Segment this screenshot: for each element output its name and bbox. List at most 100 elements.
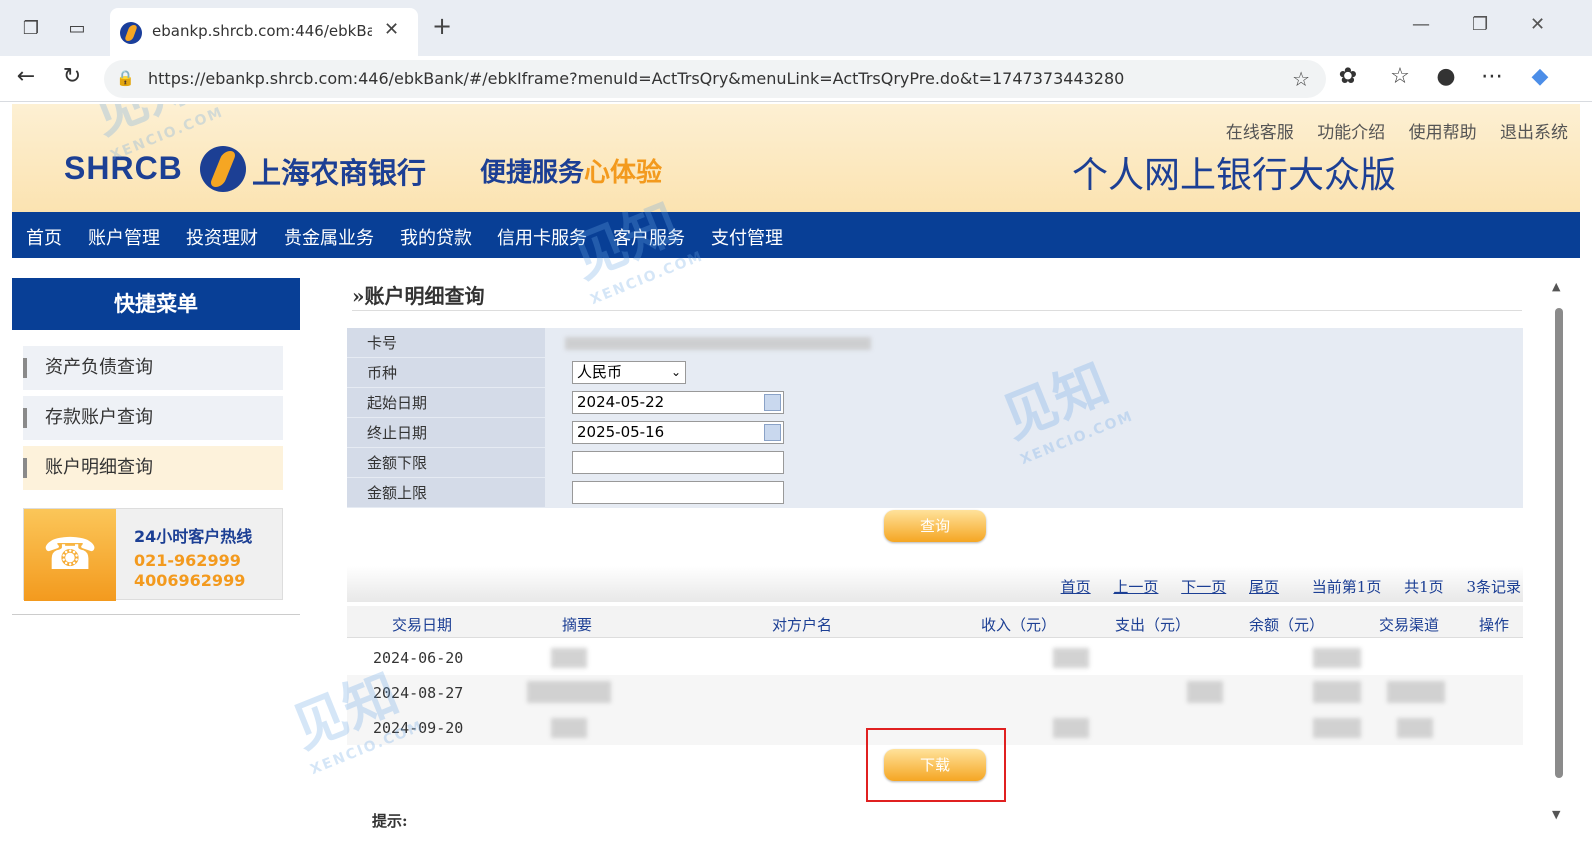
form-row-max-amount: 金额上限: [347, 478, 1523, 508]
balance-redacted: [1313, 681, 1361, 703]
scroll-down-arrow-icon[interactable]: ▼: [1552, 808, 1560, 821]
channel-redacted: [1397, 718, 1433, 738]
nav-payment[interactable]: 支付管理: [711, 224, 783, 250]
currency-select[interactable]: 人民币 ⌄: [572, 361, 686, 384]
row-date: 2024-06-20: [373, 649, 464, 667]
close-window-icon[interactable]: ✕: [1530, 14, 1545, 35]
browser-window: ❐ ▭ ebankp.shrcb.com:446/ebkBank/# ✕ + —…: [0, 0, 1592, 861]
profile-avatar-icon[interactable]: ●: [1432, 64, 1460, 89]
top-links: 在线客服 功能介绍 使用帮助 退出系统: [1208, 118, 1568, 143]
start-date-input[interactable]: 2024-05-22: [572, 391, 784, 414]
restore-icon[interactable]: ❐: [1472, 14, 1488, 35]
close-tab-icon[interactable]: ✕: [384, 19, 399, 40]
hotline-number-1: 021-962999: [134, 551, 241, 570]
tab-title: ebankp.shrcb.com:446/ebkBank/#: [152, 22, 372, 40]
shrcb-logo-icon: [200, 146, 246, 192]
nav-loans[interactable]: 我的贷款: [400, 224, 472, 250]
favorite-star-icon[interactable]: ☆: [1292, 67, 1310, 91]
new-tab-icon[interactable]: +: [432, 12, 452, 40]
browser-tab[interactable]: ebankp.shrcb.com:446/ebkBank/# ✕: [110, 8, 418, 56]
address-toolbar: ← ↻ 🔒 https://ebankp.shrcb.com:446/ebkBa…: [0, 56, 1592, 102]
scroll-thumb[interactable]: [1555, 308, 1563, 778]
min-amount-label: 金额下限: [347, 448, 545, 477]
refresh-icon[interactable]: ↻: [58, 64, 86, 89]
min-amount-input[interactable]: [572, 451, 784, 474]
hotline-title: 24小时客户热线: [134, 527, 253, 546]
query-button[interactable]: 查询: [884, 510, 986, 542]
lock-icon[interactable]: 🔒: [116, 69, 135, 87]
row-date: 2024-09-20: [373, 719, 464, 737]
nav-precious-metals[interactable]: 贵金属业务: [284, 224, 374, 250]
nav-customer-service[interactable]: 客户服务: [613, 224, 685, 250]
minimize-icon[interactable]: —: [1412, 14, 1430, 35]
nav-account-management[interactable]: 账户管理: [88, 224, 160, 250]
bank-page: SHRCB 上海农商银行 便捷服务心体验 个人网上银行大众版 在线客服 功能介绍…: [12, 104, 1580, 856]
shrcb-favicon-icon: [120, 22, 142, 44]
table-row: 2024-06-20: [347, 640, 1523, 675]
calendar-icon[interactable]: [764, 424, 781, 441]
slogan-main: 便捷服务: [480, 158, 585, 188]
more-options-icon[interactable]: ⋯: [1478, 64, 1506, 89]
quick-menu-title: 快捷菜单: [12, 278, 300, 330]
form-row-min-amount: 金额下限: [347, 448, 1523, 478]
sidebar-divider: [12, 614, 300, 615]
pager-prev[interactable]: 上一页: [1113, 578, 1158, 596]
page-scrollbar[interactable]: ▲ ▼: [1552, 280, 1566, 836]
summary-redacted: [527, 681, 611, 703]
card-number-redacted: [565, 337, 871, 350]
col-counterparty: 对方户名: [772, 616, 833, 634]
back-icon[interactable]: ←: [12, 64, 40, 89]
pager-bar: 首页 上一页 下一页 尾页 当前第1页 共1页 3条记录: [347, 566, 1523, 602]
balance-redacted: [1313, 648, 1361, 668]
balance-redacted: [1313, 718, 1361, 738]
sidebar-item-account-detail[interactable]: 账户明细查询: [23, 446, 283, 490]
extensions-icon[interactable]: ✿: [1334, 64, 1362, 89]
col-balance: 余额（元）: [1249, 616, 1325, 634]
pager-last[interactable]: 尾页: [1249, 578, 1279, 596]
currency-value: 人民币: [577, 363, 623, 381]
end-date-label: 终止日期: [347, 418, 545, 447]
scroll-up-arrow-icon[interactable]: ▲: [1552, 280, 1560, 293]
copilot-icon[interactable]: ◆: [1526, 64, 1554, 89]
channel-redacted: [1387, 681, 1445, 703]
page-title: »账户明细查询: [352, 284, 485, 308]
url-text: https://ebankp.shrcb.com:446/ebkBank/#/e…: [148, 69, 1125, 88]
pager-first[interactable]: 首页: [1061, 578, 1091, 596]
sidebar-item-deposit-account[interactable]: 存款账户查询: [23, 396, 283, 440]
nav-credit-card[interactable]: 信用卡服务: [497, 224, 587, 250]
bank-header: SHRCB 上海农商银行 便捷服务心体验 个人网上银行大众版 在线客服 功能介绍…: [12, 104, 1580, 212]
income-redacted: [1053, 718, 1089, 738]
end-date-input[interactable]: 2025-05-16: [572, 421, 784, 444]
pager-next[interactable]: 下一页: [1181, 578, 1226, 596]
form-row-currency: 币种 人民币 ⌄: [347, 358, 1523, 388]
summary-redacted: [551, 648, 587, 668]
link-logout[interactable]: 退出系统: [1500, 123, 1568, 143]
col-action: 操作: [1479, 616, 1510, 634]
max-amount-label: 金额上限: [347, 478, 545, 507]
tab-actions-icon[interactable]: ▭: [64, 16, 90, 42]
col-income: 收入（元）: [981, 616, 1057, 634]
max-amount-input[interactable]: [572, 481, 784, 504]
logo-text: SHRCB: [64, 150, 183, 186]
pager-records: 3条记录: [1466, 578, 1521, 596]
link-online-service[interactable]: 在线客服: [1226, 123, 1294, 143]
favorites-icon[interactable]: ☆: [1386, 64, 1414, 89]
sidebar-item-asset-liability[interactable]: 资产负债查询: [23, 346, 283, 390]
nav-investment[interactable]: 投资理财: [186, 224, 258, 250]
main-nav: 首页 账户管理 投资理财 贵金属业务 我的贷款 信用卡服务 客户服务 支付管理: [12, 212, 1580, 258]
link-help[interactable]: 使用帮助: [1409, 123, 1477, 143]
telephone-icon: ☎: [24, 509, 116, 601]
tab-bar: ❐ ▭ ebankp.shrcb.com:446/ebkBank/# ✕ + —…: [0, 0, 1592, 56]
col-date: 交易日期: [392, 616, 453, 634]
slogan-accent: 心体验: [584, 158, 663, 188]
pager: 首页 上一页 下一页 尾页 当前第1页 共1页 3条记录: [1043, 576, 1521, 597]
workspaces-icon[interactable]: ❐: [18, 16, 44, 42]
calendar-icon[interactable]: [764, 394, 781, 411]
address-bar[interactable]: 🔒 https://ebankp.shrcb.com:446/ebkBank/#…: [104, 60, 1326, 98]
nav-home[interactable]: 首页: [26, 224, 62, 250]
tip-label: 提示:: [372, 812, 408, 830]
link-features[interactable]: 功能介绍: [1317, 123, 1385, 143]
bank-name: 上海农商银行: [252, 156, 427, 190]
currency-label: 币种: [347, 358, 545, 387]
hotline-panel: ☎ 24小时客户热线 021-962999 4006962999: [23, 508, 283, 601]
